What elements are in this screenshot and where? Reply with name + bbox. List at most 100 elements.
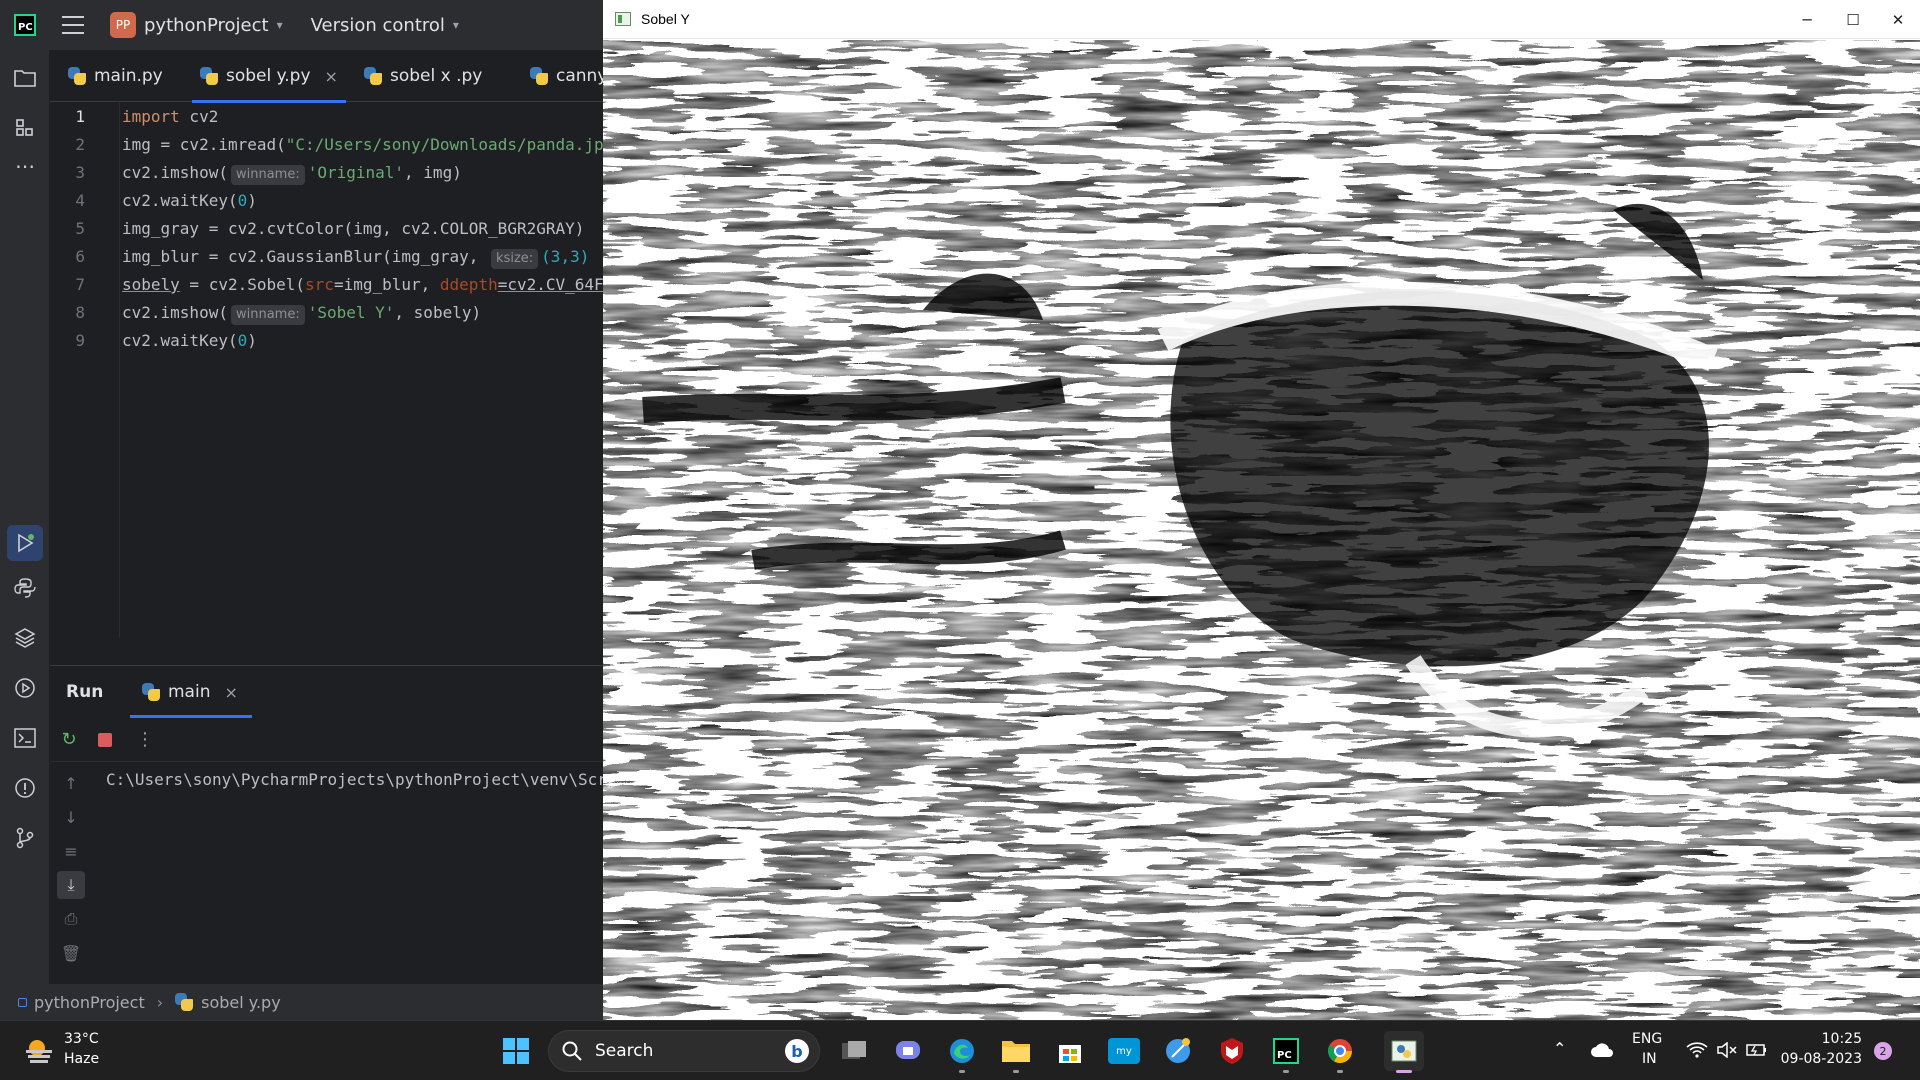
more-options-icon[interactable]: ⋮ <box>130 725 160 755</box>
taskbar-app-myhp[interactable]: my <box>1104 1031 1144 1071</box>
tab-sobel-x-py[interactable]: sobel x .py <box>364 50 482 102</box>
stop-button[interactable] <box>90 725 120 755</box>
taskbar-app-edge[interactable] <box>942 1031 982 1073</box>
code-line: cv2.waitKey(0) <box>122 191 605 210</box>
chevron-down-icon[interactable]: ▾ <box>277 18 283 32</box>
close-button[interactable]: ✕ <box>1875 0 1920 39</box>
line-number-gutter: 1 2 3 4 5 6 7 8 9 <box>50 103 120 637</box>
main-menu-icon[interactable] <box>62 16 84 34</box>
windows-logo-icon <box>503 1038 529 1064</box>
project-name[interactable]: pythonProject <box>144 15 269 36</box>
taskbar-app-teams[interactable] <box>888 1031 928 1071</box>
folder-icon[interactable] <box>13 66 37 90</box>
arrow-up-icon[interactable]: ↑ <box>57 769 85 797</box>
run-tool-icon[interactable] <box>7 525 43 561</box>
task-view-button[interactable] <box>834 1031 874 1071</box>
weather-description[interactable]: Haze <box>64 1051 99 1067</box>
breadcrumb-project[interactable]: pythonProject <box>34 993 145 1012</box>
taskbar-app-store[interactable] <box>1050 1031 1090 1071</box>
code-text: ) <box>247 331 257 350</box>
maximize-button[interactable]: ☐ <box>1830 0 1876 39</box>
tab-label: sobel x .py <box>390 66 483 86</box>
code-line: img_blur = cv2.GaussianBlur(img_gray, ks… <box>122 247 605 269</box>
taskbar-app-python-running[interactable] <box>1384 1031 1424 1073</box>
python-console-icon[interactable] <box>13 576 37 600</box>
taskbar-app-mcafee[interactable] <box>1212 1031 1252 1071</box>
structure-icon[interactable] <box>13 116 37 140</box>
tab-sobel-y-py[interactable]: sobel y.py × <box>192 50 346 103</box>
code-text: cv2.waitKey( <box>122 191 238 210</box>
pycharm-logo-icon[interactable]: PC <box>14 14 36 36</box>
rerun-icon[interactable]: ↻ <box>54 725 84 755</box>
weather-temperature[interactable]: 33°C <box>64 1031 99 1047</box>
running-indicator <box>1013 1070 1019 1073</box>
code-editor[interactable]: 1 2 3 4 5 6 7 8 9 import cv2 img = cv2.i… <box>50 103 605 637</box>
taskbar-search[interactable]: Search b <box>548 1030 820 1072</box>
services-icon[interactable] <box>13 676 37 700</box>
code-text: ) <box>247 191 257 210</box>
mcafee-shield-icon <box>1221 1038 1243 1064</box>
running-indicator <box>1283 1070 1289 1073</box>
bing-icon[interactable]: b <box>785 1039 809 1063</box>
battery-icon[interactable] <box>1746 1042 1768 1058</box>
stop-icon <box>98 732 112 747</box>
tab-canny[interactable]: canny <box>530 50 607 102</box>
taskbar-app-chrome[interactable] <box>1320 1031 1360 1073</box>
breadcrumb-file[interactable]: sobel y.py <box>201 993 281 1012</box>
console-output[interactable]: C:\Users\sony\PycharmProjects\pythonProj… <box>106 770 605 789</box>
project-badge[interactable]: PP <box>110 12 136 38</box>
taskbar-app-python-idle[interactable] <box>1158 1031 1198 1071</box>
clock-date[interactable]: 09-08-2023 <box>1780 1051 1862 1067</box>
python-packages-icon[interactable] <box>13 626 37 650</box>
git-icon[interactable] <box>13 826 37 850</box>
terminal-icon[interactable] <box>13 726 37 750</box>
minimize-button[interactable]: ─ <box>1784 0 1830 39</box>
parameter-hint: ksize: <box>491 249 539 269</box>
arrow-down-icon[interactable]: ↓ <box>57 803 85 831</box>
more-tools-icon[interactable]: ⋯ <box>13 154 37 178</box>
code-text: cv2.imshow( <box>122 163 228 182</box>
code-text: = cv2.Sobel( <box>179 275 306 294</box>
run-tab-main[interactable]: main × <box>130 666 252 718</box>
chevron-up-icon[interactable]: ⌃ <box>1553 1039 1566 1058</box>
python-file-icon <box>530 67 548 85</box>
close-icon[interactable]: × <box>224 683 237 702</box>
windows-taskbar: 33°C Haze Search b my PC ⌃ ENG IN 10:25 … <box>0 1020 1920 1080</box>
close-icon[interactable]: × <box>325 67 338 86</box>
python-file-icon <box>200 67 218 85</box>
print-icon[interactable]: ⎙ <box>57 905 85 933</box>
language-indicator[interactable]: ENG <box>1632 1031 1662 1047</box>
clock-time[interactable]: 10:25 <box>1786 1031 1862 1047</box>
taskbar-app-file-explorer[interactable] <box>996 1031 1036 1073</box>
language-region[interactable]: IN <box>1642 1051 1657 1067</box>
wifi-icon[interactable] <box>1686 1041 1708 1059</box>
onedrive-cloud-icon[interactable] <box>1590 1042 1614 1058</box>
haze-weather-icon[interactable] <box>24 1036 54 1064</box>
problems-icon[interactable] <box>13 776 37 800</box>
volume-muted-icon[interactable] <box>1716 1042 1738 1058</box>
soft-wrap-icon[interactable]: ≡ <box>57 837 85 865</box>
code-text: img_gray = cv2.cvtColor(img, cv2.COLOR_B… <box>122 219 585 238</box>
search-icon <box>562 1041 582 1061</box>
sobel-y-window: Sobel Y ─ ☐ ✕ <box>603 0 1920 1020</box>
python-file-icon <box>175 993 194 1011</box>
notification-badge[interactable]: 2 <box>1874 1042 1892 1060</box>
string-literal: 'Sobel Y' <box>307 303 395 322</box>
trash-icon[interactable]: 🗑 <box>57 939 85 967</box>
string-literal: "C:/Users/sony/Downloads/panda.jpg" <box>285 135 605 154</box>
start-button[interactable] <box>496 1031 536 1071</box>
code-text: =cv2.CV_64F <box>497 275 604 294</box>
parameter-hint: winname: <box>230 165 305 185</box>
sobel-edge-image <box>603 40 1920 1020</box>
chevron-down-icon[interactable]: ▾ <box>453 18 459 32</box>
window-title: Sobel Y <box>641 11 690 27</box>
tab-main-py[interactable]: main.py <box>68 50 163 102</box>
code-line: cv2.imshow(winname: 'Original', img) <box>122 163 605 185</box>
taskbar-app-pycharm[interactable]: PC <box>1266 1031 1306 1073</box>
myhp-icon: my <box>1108 1038 1140 1064</box>
version-control-menu[interactable]: Version control <box>311 15 445 36</box>
tool-window-bar: ⋯ <box>0 50 50 984</box>
code-line: img = cv2.imread("C:/Users/sony/Download… <box>122 135 605 154</box>
tab-label: canny <box>556 66 608 86</box>
scroll-to-end-icon[interactable]: ⤓ <box>57 871 85 899</box>
